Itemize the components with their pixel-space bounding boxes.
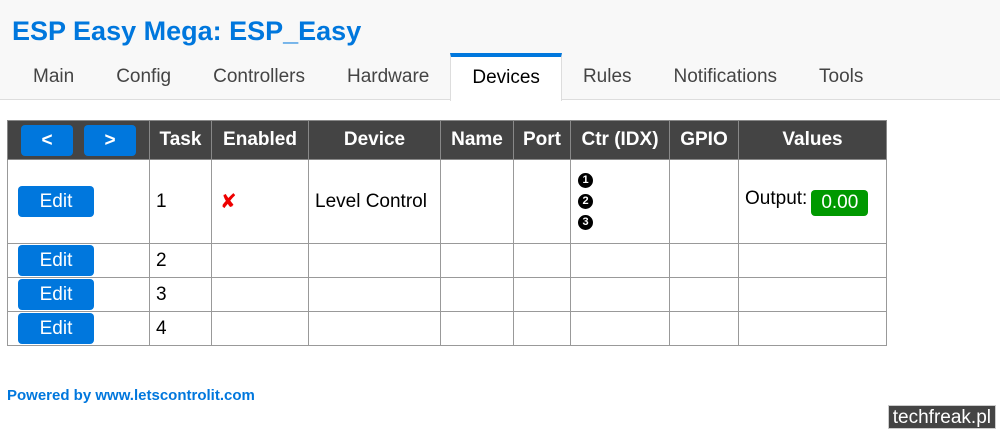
gpio-cell [669, 277, 739, 312]
edit-cell: Edit [7, 277, 150, 312]
column-header-gpio: GPIO [669, 120, 739, 160]
main-menu: Main Config Controllers Hardware Devices… [12, 53, 884, 101]
tab-label: Tools [819, 65, 864, 87]
tab-rules[interactable]: Rules [562, 53, 653, 100]
gpio-cell [669, 311, 739, 346]
values-cell [738, 243, 887, 278]
value-label: Output: [745, 187, 808, 209]
edit-cell: Edit [7, 311, 150, 346]
tab-label: Notifications [673, 65, 778, 87]
tab-tools[interactable]: Tools [798, 53, 884, 100]
task-port [513, 243, 571, 278]
task-name [440, 311, 514, 346]
controllers-cell [570, 277, 670, 312]
values-cell: Output: 0.00 [738, 159, 887, 244]
next-page-button[interactable]: > [84, 124, 136, 156]
device-name: Level Control [308, 159, 441, 244]
values-cell [738, 311, 887, 346]
tab-main[interactable]: Main [12, 53, 95, 100]
column-header-port: Port [513, 120, 571, 160]
table-row: Edit 3 [7, 277, 887, 312]
task-number: 3 [149, 277, 212, 312]
task-name [440, 243, 514, 278]
controllers-cell [570, 311, 670, 346]
task-port [513, 159, 571, 244]
powered-by-link[interactable]: Powered by www.letscontrolit.com [7, 387, 255, 404]
tab-label: Devices [472, 67, 540, 88]
nav-header-cell: < > [7, 120, 150, 160]
tab-notifications[interactable]: Notifications [653, 53, 799, 100]
controllers-cell [570, 243, 670, 278]
tab-label: Main [33, 65, 75, 87]
device-name [308, 277, 441, 312]
tab-devices[interactable]: Devices [450, 53, 562, 101]
column-header-enabled: Enabled [211, 120, 309, 160]
disabled-cross-icon: ✘ [220, 191, 237, 213]
tab-label: Controllers [213, 65, 305, 87]
controller-3-icon: 3 [578, 215, 593, 230]
column-header-ctr-idx: Ctr (IDX) [570, 120, 670, 160]
watermark: techfreak.pl [887, 405, 996, 429]
app-title: ESP Easy Mega: ESP_Easy [12, 16, 362, 46]
column-header-task: Task [149, 120, 212, 160]
controllers-cell: 1 2 3 [570, 159, 670, 244]
edit-task-1-button[interactable]: Edit [18, 186, 94, 217]
gpio-cell [669, 159, 739, 244]
task-port [513, 277, 571, 312]
controller-2-icon: 2 [578, 194, 593, 209]
edit-cell: Edit [7, 159, 150, 244]
controller-1-icon: 1 [578, 173, 593, 188]
tab-label: Rules [582, 65, 632, 87]
devices-table: < > Task Enabled Device Name Port Ctr (ID… [7, 120, 887, 346]
enabled-cell [211, 277, 309, 312]
task-name [440, 159, 514, 244]
edit-cell: Edit [7, 243, 150, 278]
table-header-row: < > Task Enabled Device Name Port Ctr (ID… [7, 120, 887, 160]
enabled-cell: ✘ [211, 159, 309, 244]
device-name [308, 311, 441, 346]
prev-page-button[interactable]: < [21, 124, 73, 156]
column-header-device: Device [308, 120, 441, 160]
tab-label: Config [116, 65, 172, 87]
tab-hardware[interactable]: Hardware [326, 53, 450, 100]
values-cell [738, 277, 887, 312]
gpio-cell [669, 243, 739, 278]
device-name [308, 243, 441, 278]
tab-label: Hardware [346, 65, 430, 87]
edit-task-3-button[interactable]: Edit [18, 279, 94, 310]
enabled-cell [211, 311, 309, 346]
tab-config[interactable]: Config [95, 53, 192, 100]
task-number: 1 [149, 159, 212, 244]
table-row: Edit 4 [7, 311, 887, 346]
enabled-cell [211, 243, 309, 278]
column-header-values: Values [738, 120, 887, 160]
page-header: ESP Easy Mega: ESP_Easy Main Config Cont… [0, 0, 1000, 101]
table-row: Edit 1 ✘ Level Control 1 2 3 Output: 0.0… [7, 159, 887, 244]
tab-controllers[interactable]: Controllers [192, 53, 326, 100]
edit-task-4-button[interactable]: Edit [18, 313, 94, 344]
task-port [513, 311, 571, 346]
task-number: 4 [149, 311, 212, 346]
table-row: Edit 2 [7, 243, 887, 278]
edit-task-2-button[interactable]: Edit [18, 245, 94, 276]
task-name [440, 277, 514, 312]
task-number: 2 [149, 243, 212, 278]
value-badge: 0.00 [811, 189, 869, 216]
column-header-name: Name [440, 120, 514, 160]
